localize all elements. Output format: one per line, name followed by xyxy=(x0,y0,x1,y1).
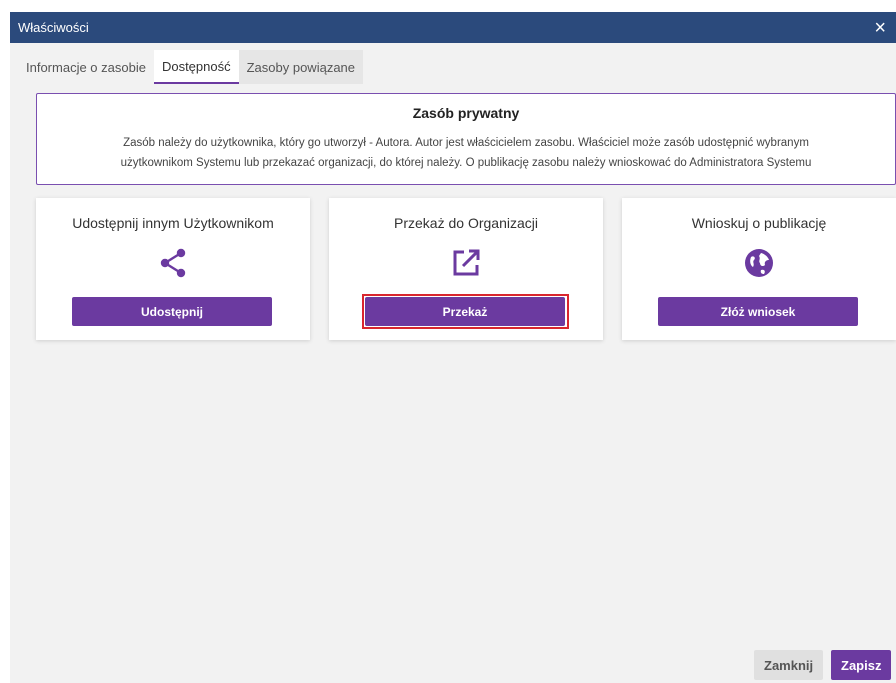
close-button[interactable]: Zamknij xyxy=(754,650,824,680)
dialog-title: Właściwości xyxy=(18,20,89,35)
external-link-icon xyxy=(450,247,482,279)
tab-resource-info[interactable]: Informacje o zasobie xyxy=(18,50,154,84)
globe-icon xyxy=(743,247,775,279)
info-heading: Zasób prywatny xyxy=(412,105,520,121)
info-line-1: Zasób należy do użytkownika, który go ut… xyxy=(123,137,809,149)
share-button[interactable]: Udostępnij xyxy=(72,297,272,326)
card-title: Wnioskuj o publikację xyxy=(691,215,827,231)
properties-dialog: Właściwości × Informacje o zasobie Dostę… xyxy=(10,12,896,683)
card-title: Przekaż do Organizacji xyxy=(394,215,538,231)
tab-availability[interactable]: Dostępność xyxy=(153,50,239,84)
dialog-titlebar: Właściwości × xyxy=(10,12,896,43)
tab-bar: Informacje o zasobie Dostępność Zasoby p… xyxy=(18,50,364,84)
private-resource-info: Zasób prywatny Zasób należy do użytkowni… xyxy=(36,93,896,185)
selection-highlight xyxy=(362,294,569,329)
tab-content: Zasób prywatny Zasób należy do użytkowni… xyxy=(10,86,896,641)
dialog-footer: Zamknij Zapisz xyxy=(10,641,896,683)
close-icon[interactable]: × xyxy=(874,18,886,38)
card-title: Udostępnij innym Użytkownikom xyxy=(72,215,274,231)
save-button[interactable]: Zapisz xyxy=(831,650,892,680)
info-text: Zasób należy do użytkownika, który go ut… xyxy=(37,133,895,173)
share-icon xyxy=(157,247,189,279)
info-line-2: użytkownikom Systemu lub przekazać organ… xyxy=(120,157,812,169)
submit-request-button[interactable]: Złóż wniosek xyxy=(658,297,858,326)
tab-related-resources[interactable]: Zasoby powiązane xyxy=(238,50,364,84)
card-request-publication: Wnioskuj o publikację Złóż wniosek xyxy=(622,198,896,340)
card-transfer-organization: Przekaż do Organizacji Przekaż xyxy=(329,198,603,340)
card-share-users: Udostępnij innym Użytkownikom Udostępnij xyxy=(36,198,310,340)
